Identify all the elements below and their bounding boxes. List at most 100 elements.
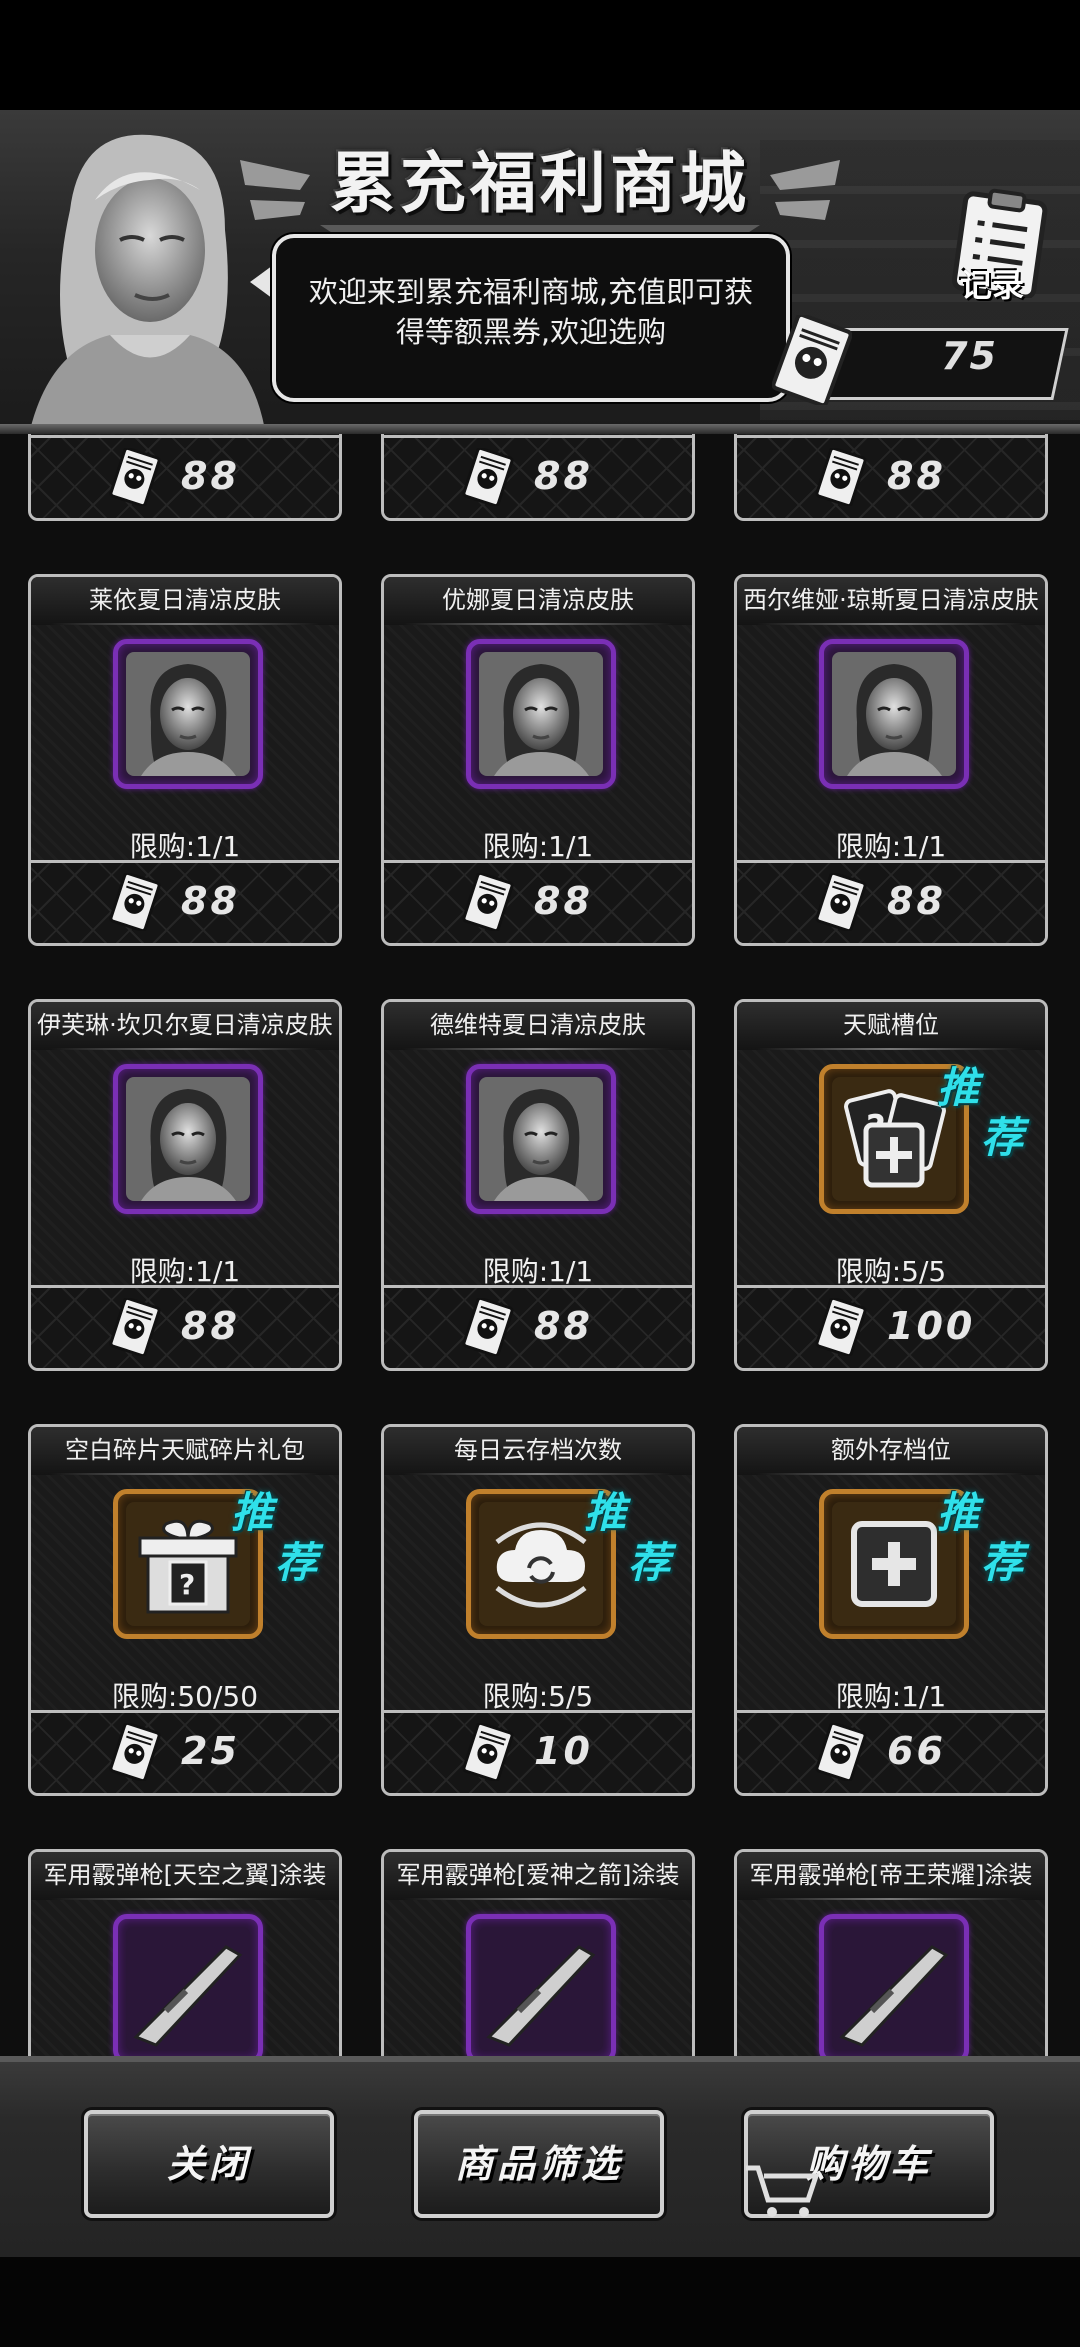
shotgun-icon	[832, 1927, 956, 2051]
price-value: 66	[887, 1729, 946, 1773]
character-portrait-icon	[479, 652, 603, 776]
black-ticket-icon	[462, 1298, 514, 1356]
purchase-limit: 限购:5/5	[482, 1680, 594, 1713]
greeting-text: 欢迎来到累充福利商城,充值即可获得等额黑券,欢迎选购	[308, 275, 754, 349]
purchase-limit: 限购:1/1	[129, 1255, 241, 1288]
black-ticket-icon	[109, 1298, 161, 1356]
price-value: 25	[181, 1729, 240, 1773]
item-name: 天赋槽位	[737, 1002, 1045, 1050]
recommended-badge: 推 荐	[937, 1054, 1037, 1164]
price-bar: 88	[737, 860, 1045, 943]
shotgun-icon	[126, 1927, 250, 2051]
price-value: 88	[181, 879, 240, 923]
item-name: 空白碎片天赋碎片礼包	[31, 1427, 339, 1475]
shop-item-card[interactable]: 优娜夏日清凉皮肤 限购:1/1 88	[381, 574, 695, 946]
black-ticket-icon	[815, 1298, 867, 1356]
price-value: 10	[534, 1729, 593, 1773]
recommended-badge-char: 推	[584, 1488, 627, 1537]
item-grid[interactable]: 限购:1/1 88限购:1/1 88限购:1/1	[0, 434, 1080, 2056]
black-ticket-icon	[815, 1723, 867, 1781]
character-portrait-icon	[479, 1077, 603, 1201]
recommended-badge-char: 荐	[981, 1538, 1024, 1587]
shop-item-card[interactable]: 军用霰弹枪[爱神之箭]涂装	[381, 1849, 695, 2056]
shop-item-card[interactable]: 天赋槽位 ? 推 荐限购:5/5	[734, 999, 1048, 1371]
recommended-badge: 推 荐	[231, 1479, 331, 1589]
item-name: 军用霰弹枪[爱神之箭]涂装	[384, 1852, 692, 1900]
price-bar: 100	[737, 1285, 1045, 1368]
black-ticket-icon	[109, 448, 161, 506]
recommended-badge-char: 推	[231, 1488, 274, 1537]
recommended-badge-char: 荐	[628, 1538, 671, 1587]
black-ticket-icon	[109, 1723, 161, 1781]
black-ticket-icon	[815, 448, 867, 506]
shop-header: 累充福利商城 欢迎来到累充福利商城,充值即可获得等额黑券,欢迎选购 记录 75	[0, 110, 1080, 428]
recommended-badge: 推 荐	[584, 1479, 684, 1589]
item-name: 莱依夏日清凉皮肤	[31, 577, 339, 625]
purchase-limit: 限购:1/1	[835, 1680, 947, 1713]
black-ticket-icon	[815, 873, 867, 931]
item-icon-frame	[113, 1914, 263, 2056]
item-icon-frame	[113, 1064, 263, 1214]
shop-item-card[interactable]: 德维特夏日清凉皮肤 限购:1/1 88	[381, 999, 695, 1371]
price-bar: 88	[31, 1285, 339, 1368]
item-name: 军用霰弹枪[帝王荣耀]涂装	[737, 1852, 1045, 1900]
item-icon-frame	[466, 1914, 616, 2056]
shop-item-card[interactable]: 额外存档位 推 荐限购:1/1 66	[734, 1424, 1048, 1796]
price-bar: 25	[31, 1710, 339, 1793]
character-portrait-icon	[832, 652, 956, 776]
black-ticket-icon	[772, 315, 852, 405]
black-ticket-icon	[462, 873, 514, 931]
character-portrait-icon	[126, 652, 250, 776]
purchase-limit: 限购:5/5	[835, 1255, 947, 1288]
close-button[interactable]: 关闭	[84, 2110, 334, 2218]
recommended-badge-char: 荐	[981, 1113, 1024, 1162]
filter-button[interactable]: 商品筛选	[414, 2110, 664, 2218]
item-icon-frame	[113, 639, 263, 789]
shopkeeper-portrait	[30, 134, 265, 428]
price-bar: 88	[384, 1285, 692, 1368]
record-label[interactable]: 记录	[960, 260, 1024, 306]
cart-icon	[746, 2165, 820, 2217]
shop-item-card[interactable]: 每日云存档次数 推 荐限购:5/5 10	[381, 1424, 695, 1796]
price-value: 100	[887, 1304, 976, 1348]
shotgun-icon	[479, 1927, 603, 2051]
purchase-limit: 限购:1/1	[129, 830, 241, 863]
shop-item-card[interactable]: 军用霰弹枪[帝王荣耀]涂装	[734, 1849, 1048, 2056]
price-value: 88	[181, 454, 240, 498]
price-bar: 88	[31, 860, 339, 943]
shop-title: 累充福利商城	[330, 144, 750, 222]
purchase-limit: 限购:1/1	[482, 1255, 594, 1288]
price-bar: 88	[384, 435, 692, 518]
recommended-badge-char: 推	[937, 1063, 980, 1112]
black-ticket-icon	[462, 1723, 514, 1781]
price-value: 88	[887, 454, 946, 498]
recommended-badge-char: 荐	[275, 1538, 318, 1587]
item-icon-frame	[466, 639, 616, 789]
shop-item-card[interactable]: 限购:1/1 88	[28, 434, 342, 521]
header-separator	[0, 424, 1080, 434]
black-ticket-icon	[462, 448, 514, 506]
item-name: 每日云存档次数	[384, 1427, 692, 1475]
price-bar: 88	[737, 435, 1045, 518]
balance-value: 75	[941, 334, 998, 378]
shop-item-card[interactable]: 伊芙琳·坎贝尔夏日清凉皮肤 限购:1/1 88	[28, 999, 342, 1371]
speech-bubble: 欢迎来到累充福利商城,充值即可获得等额黑券,欢迎选购	[272, 234, 790, 402]
shop-item-card[interactable]: 西尔维娅·琼斯夏日清凉皮肤 限购:1/1 88	[734, 574, 1048, 946]
price-value: 88	[534, 454, 593, 498]
price-value: 88	[181, 1304, 240, 1348]
item-icon-frame	[819, 1914, 969, 2056]
price-value: 88	[534, 1304, 593, 1348]
price-value: 88	[534, 879, 593, 923]
shop-item-card[interactable]: 限购:1/1 88	[381, 434, 695, 521]
shop-item-card[interactable]: 军用霰弹枪[天空之翼]涂装	[28, 1849, 342, 2056]
item-icon-frame	[466, 1064, 616, 1214]
price-value: 88	[887, 879, 946, 923]
svg-text:?: ?	[179, 1568, 195, 1601]
recommended-badge: 推 荐	[937, 1479, 1037, 1589]
shop-item-card[interactable]: 莱依夏日清凉皮肤 限购:1/1 88	[28, 574, 342, 946]
item-name: 德维特夏日清凉皮肤	[384, 1002, 692, 1050]
shop-item-card[interactable]: 限购:1/1 88	[734, 434, 1048, 521]
shop-item-card[interactable]: 空白碎片天赋碎片礼包 ? 推 荐限购:50/50 25	[28, 1424, 342, 1796]
item-name: 伊芙琳·坎贝尔夏日清凉皮肤	[31, 1002, 339, 1050]
item-icon-frame	[819, 639, 969, 789]
